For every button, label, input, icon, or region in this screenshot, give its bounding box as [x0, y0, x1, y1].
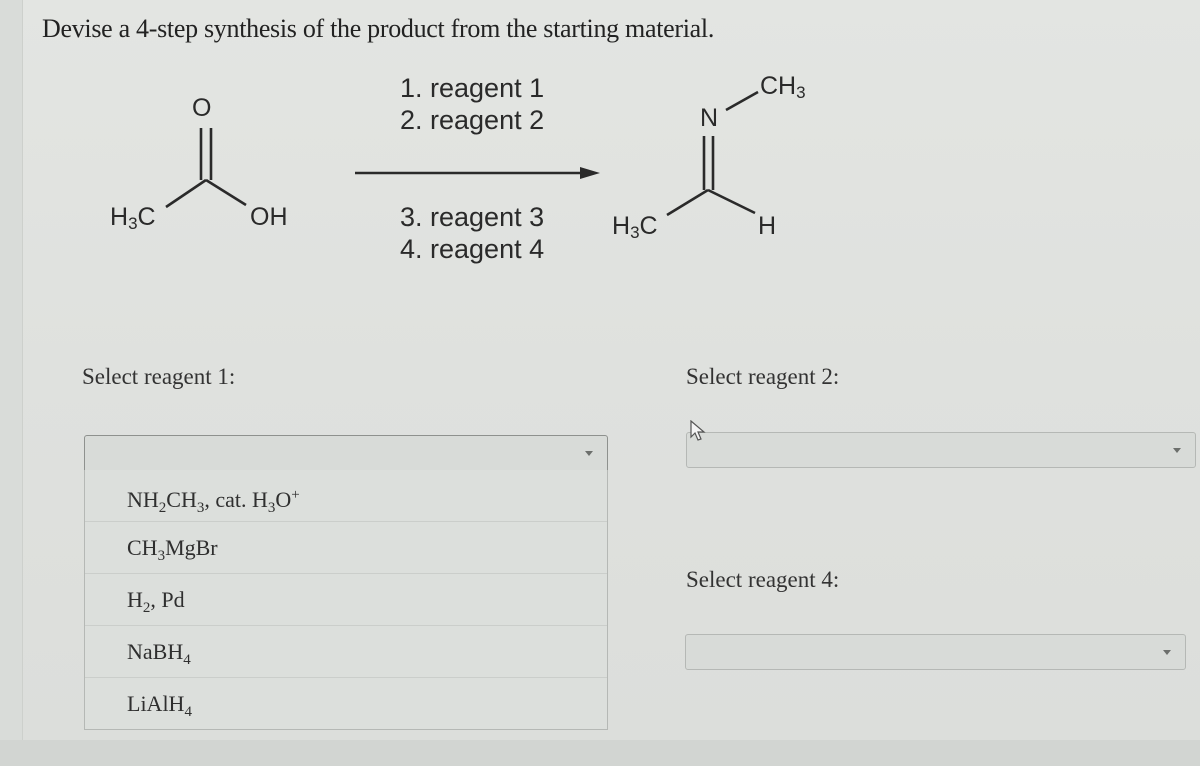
product-n-methyl-label: CH3 [760, 72, 806, 102]
product-hydrogen-label: H [758, 212, 777, 240]
step-3-label: 3. reagent 3 [400, 202, 545, 232]
reagent-option[interactable]: LiAlH4 [85, 678, 607, 729]
subscript: 4 [183, 652, 191, 668]
reagent-1-label: Select reagent 1: [82, 364, 236, 389]
reagent-4-select[interactable] [685, 634, 1186, 670]
reaction-scheme: O H3C OH 1. reagent 1 2. reagent 2 3. re… [0, 0, 1200, 300]
step-1-label: 1. reagent 1 [400, 73, 545, 103]
product-nitrogen-label: N [700, 104, 719, 132]
reagent-2-select[interactable] [686, 432, 1196, 468]
scheme-bonds [165, 90, 759, 217]
step-2-label: 2. reagent 2 [400, 105, 545, 135]
subscript: 3 [157, 548, 166, 564]
option-text: NaBH [127, 639, 184, 664]
page-bottom-edge [0, 740, 1200, 766]
bond-ch3-c [165, 178, 207, 209]
superscript: + [291, 487, 300, 503]
reaction-arrow [355, 167, 600, 179]
option-text: , cat. H [204, 487, 268, 512]
mouse-cursor-icon [690, 420, 706, 441]
reagent-4-label: Select reagent 4: [686, 567, 840, 592]
sm-methyl-label: H3C [110, 203, 156, 233]
option-text: O [275, 487, 292, 512]
reagent-option[interactable]: NaBH4 [85, 626, 607, 678]
reagent-option[interactable]: NH2CH3, cat. H3O+ [85, 470, 607, 522]
option-text: MgBr [165, 535, 218, 560]
option-text: CH [127, 535, 158, 560]
subscript: 4 [184, 704, 192, 720]
bond-c-h [707, 188, 756, 215]
sm-hydroxyl-label: OH [250, 203, 288, 231]
starting-material-bonds [165, 128, 247, 209]
chevron-down-icon[interactable] [1173, 448, 1181, 453]
chevron-down-icon[interactable] [585, 451, 593, 456]
reagent-2-label: Select reagent 2: [686, 364, 840, 389]
option-text: NH [127, 487, 159, 512]
reagent-option[interactable]: CH3MgBr [85, 522, 607, 574]
reagent-1-options: NH2CH3, cat. H3O+ CH3MgBr H2, Pd NaBH4 LiAlH… [84, 470, 608, 730]
reagent-1-select[interactable] [84, 435, 608, 471]
bond-c-oh [205, 178, 247, 207]
bond-n-ch3 [725, 90, 759, 112]
option-text: CH [166, 487, 197, 512]
option-text: H [127, 587, 143, 612]
bond-ch3-c [666, 188, 709, 217]
option-text: , Pd [150, 587, 185, 612]
chevron-down-icon[interactable] [1163, 650, 1171, 655]
step-4-label: 4. reagent 4 [400, 234, 545, 264]
product-methyl-label: H3C [612, 212, 658, 242]
sm-oxygen-label: O [192, 94, 212, 122]
option-text: LiAlH [127, 691, 185, 716]
reagent-option[interactable]: H2, Pd [85, 574, 607, 626]
